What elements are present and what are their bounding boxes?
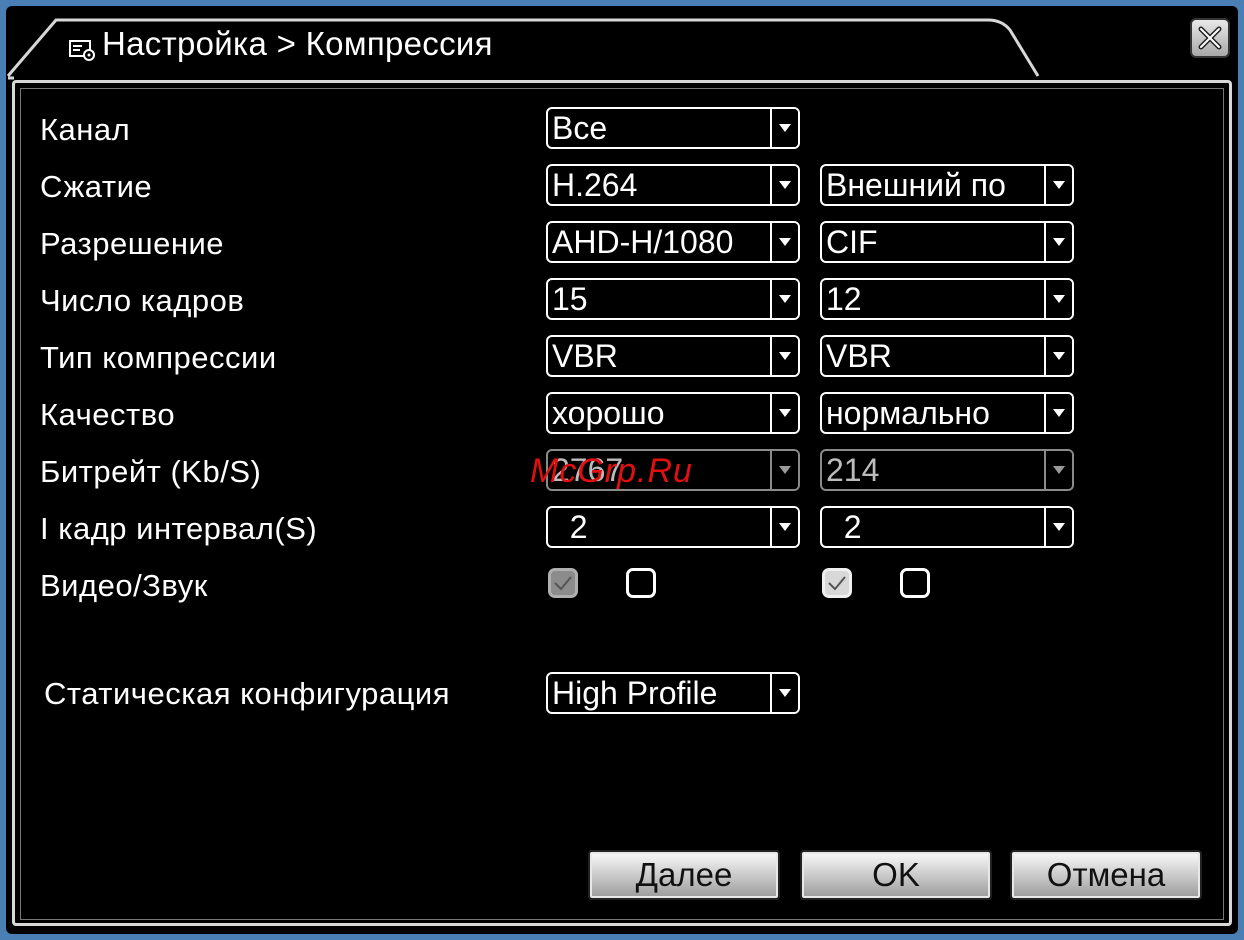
compression-extra-select[interactable]: Внешний по xyxy=(820,164,1074,206)
close-x-icon xyxy=(1198,26,1222,50)
triangle-down-icon xyxy=(1044,394,1072,432)
resolution-extra-value: CIF xyxy=(826,224,878,260)
triangle-down-icon xyxy=(1044,280,1072,318)
bitrate-type-main-select[interactable]: VBR xyxy=(546,335,800,377)
frame-rate-label: Число кадров xyxy=(40,283,245,318)
channel-select-value: Все xyxy=(552,110,608,146)
frame-rate-main-select[interactable]: 15 xyxy=(546,278,800,320)
video-audio-label: Видео/Звук xyxy=(40,568,208,603)
triangle-down-icon xyxy=(1044,451,1072,489)
quality-extra-select[interactable]: нормально xyxy=(820,392,1074,434)
checkmark-icon xyxy=(828,576,846,591)
main-video-checkbox[interactable] xyxy=(548,568,578,598)
resolution-main-value: AHD-H/1080 xyxy=(552,224,734,260)
bitrate-type-label: Тип компрессии xyxy=(40,340,277,375)
bitrate-type-main-value: VBR xyxy=(552,338,618,374)
triangle-down-icon xyxy=(770,337,798,375)
compression-main-value: H.264 xyxy=(552,167,638,203)
i-frame-interval-extra-value: 2 xyxy=(826,509,862,545)
extra-audio-checkbox[interactable] xyxy=(900,568,930,598)
triangle-down-icon xyxy=(770,394,798,432)
channel-select[interactable]: Все xyxy=(546,107,800,149)
triangle-down-icon xyxy=(770,674,798,712)
settings-window-icon xyxy=(68,32,96,61)
static-config-select[interactable]: High Profile xyxy=(546,672,800,714)
triangle-down-icon xyxy=(770,508,798,546)
quality-label: Качество xyxy=(40,397,176,432)
inner-frame xyxy=(20,88,1224,920)
window-title: Настройка > Компрессия xyxy=(68,24,493,64)
extra-video-checkbox[interactable] xyxy=(822,568,852,598)
bitrate-extra-value: 214 xyxy=(826,452,880,488)
compression-label: Сжатие xyxy=(40,169,153,204)
window-title-text: Настройка > Компрессия xyxy=(102,25,493,62)
watermark: McGrp.Ru xyxy=(530,452,693,490)
triangle-down-icon xyxy=(1044,508,1072,546)
triangle-down-icon xyxy=(1044,337,1072,375)
triangle-down-icon xyxy=(770,451,798,489)
frame-rate-extra-select[interactable]: 12 xyxy=(820,278,1074,320)
quality-main-select[interactable]: хорошо xyxy=(546,392,800,434)
quality-extra-value: нормально xyxy=(826,395,990,431)
frame-rate-main-value: 15 xyxy=(552,281,588,317)
frame-rate-extra-value: 12 xyxy=(826,281,862,317)
i-frame-interval-extra-select[interactable]: 2 xyxy=(820,506,1074,548)
resolution-label: Разрешение xyxy=(40,226,225,261)
ok-button[interactable]: OK xyxy=(800,850,992,900)
close-button[interactable] xyxy=(1190,18,1230,58)
triangle-down-icon xyxy=(770,223,798,261)
i-frame-interval-main-select[interactable]: 2 xyxy=(546,506,800,548)
triangle-down-icon xyxy=(770,280,798,318)
triangle-down-icon xyxy=(1044,166,1072,204)
quality-main-value: хорошо xyxy=(552,395,665,431)
bitrate-extra-select: 214 xyxy=(820,449,1074,491)
resolution-extra-select[interactable]: CIF xyxy=(820,221,1074,263)
compression-main-select[interactable]: H.264 xyxy=(546,164,800,206)
static-config-label: Статическая конфигурация xyxy=(44,676,450,711)
checkmark-icon xyxy=(554,576,572,591)
channel-label: Канал xyxy=(40,112,131,147)
compression-extra-value: Внешний по xyxy=(826,167,1006,203)
bitrate-type-extra-select[interactable]: VBR xyxy=(820,335,1074,377)
resolution-main-select[interactable]: AHD-H/1080 xyxy=(546,221,800,263)
i-frame-interval-main-value: 2 xyxy=(552,509,588,545)
bitrate-type-extra-value: VBR xyxy=(826,338,892,374)
next-button[interactable]: Далее xyxy=(588,850,780,900)
i-frame-interval-label: I кадр интервал(S) xyxy=(40,511,318,546)
cancel-button[interactable]: Отмена xyxy=(1010,850,1202,900)
bitrate-label: Битрейт (Kb/S) xyxy=(40,454,262,489)
static-config-value: High Profile xyxy=(552,675,718,711)
triangle-down-icon xyxy=(770,166,798,204)
triangle-down-icon xyxy=(1044,223,1072,261)
main-audio-checkbox[interactable] xyxy=(626,568,656,598)
triangle-down-icon xyxy=(770,109,798,147)
